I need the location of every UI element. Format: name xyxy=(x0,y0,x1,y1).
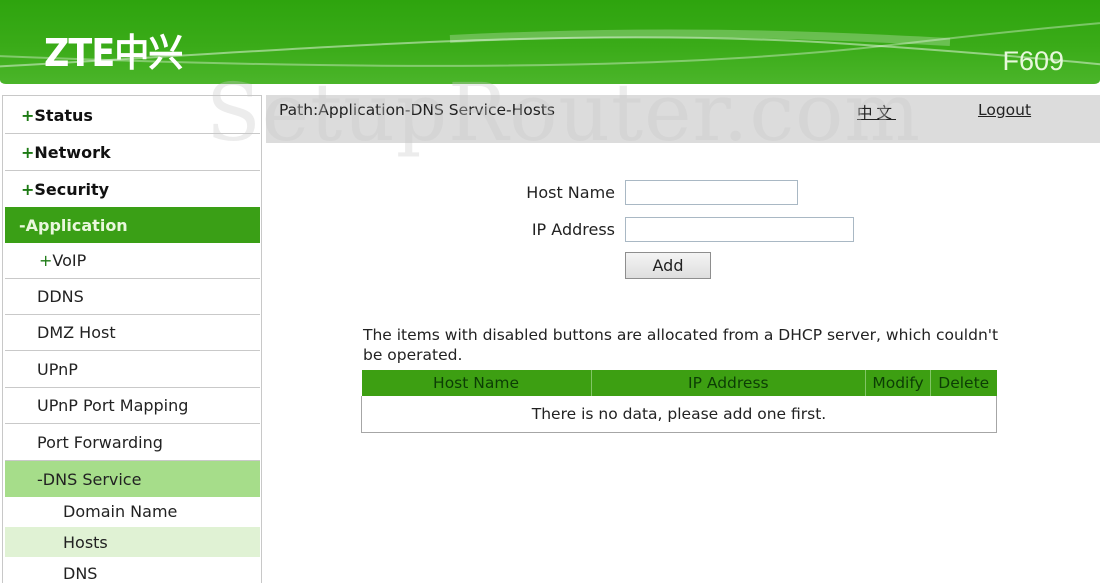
breadcrumb: Path:Application-DNS Service-Hosts xyxy=(279,101,556,119)
sidebar-item-voip[interactable]: + VoIP xyxy=(5,243,260,279)
sidebar-item-application[interactable]: - Application xyxy=(5,207,260,243)
sidebar-item-hosts[interactable]: Hosts xyxy=(5,527,260,557)
expand-plus-icon: + xyxy=(21,180,35,199)
sidebar-item-label: Status xyxy=(34,106,93,125)
expand-plus-icon: + xyxy=(21,106,35,125)
sidebar-item-label: DDNS xyxy=(37,287,84,306)
sidebar-item-label: Port Forwarding xyxy=(37,433,163,452)
sidebar-item-label: DNS xyxy=(63,563,98,583)
sidebar-item-dmz-host[interactable]: DMZ Host xyxy=(5,315,260,351)
sidebar-item-network[interactable]: + Network xyxy=(5,135,260,171)
column-header-host-name: Host Name xyxy=(361,370,592,396)
collapse-minus-icon: - xyxy=(19,215,26,235)
sidebar-item-dns-service[interactable]: - DNS Service xyxy=(5,461,260,497)
table-header-row: Host Name IP Address Modify Delete xyxy=(361,370,997,396)
sidebar-item-label: VoIP xyxy=(52,251,87,270)
sidebar-item-port-forwarding[interactable]: Port Forwarding xyxy=(5,425,260,461)
sidebar-item-label: Security xyxy=(34,180,110,199)
model-name: F609 xyxy=(1002,46,1064,76)
ip-address-label: IP Address xyxy=(531,220,615,239)
sidebar-item-label: UPnP xyxy=(37,360,78,379)
dhcp-note: The items with disabled buttons are allo… xyxy=(363,326,999,364)
table-row: There is no data, please add one first. xyxy=(361,396,997,433)
sidebar-item-label: Domain Name xyxy=(63,501,178,521)
sidebar-item-security[interactable]: + Security xyxy=(5,172,260,208)
sidebar-item-status[interactable]: + Status xyxy=(5,98,260,134)
column-header-delete: Delete xyxy=(930,370,997,396)
sidebar-item-label: DMZ Host xyxy=(37,323,116,342)
sidebar-item-label: DNS Service xyxy=(42,469,142,489)
sidebar-item-label: Network xyxy=(34,143,111,162)
host-name-input[interactable] xyxy=(625,180,798,205)
sidebar-item-ddns[interactable]: DDNS xyxy=(5,279,260,315)
host-name-label: Host Name xyxy=(526,183,615,202)
hosts-table: Host Name IP Address Modify Delete There… xyxy=(361,370,997,433)
sidebar-item-upnp-port-mapping[interactable]: UPnP Port Mapping xyxy=(5,388,260,424)
expand-plus-icon: + xyxy=(39,251,53,270)
sidebar-nav: + Status + Network + Security - Application … xyxy=(2,95,262,583)
language-link[interactable]: 中文 xyxy=(857,101,896,123)
sidebar-item-dns[interactable]: DNS xyxy=(5,558,260,583)
zte-logo: ZTE中兴 xyxy=(44,31,183,75)
expand-plus-icon: + xyxy=(21,143,35,162)
logout-link[interactable]: Logout xyxy=(978,101,1031,119)
empty-table-message: There is no data, please add one first. xyxy=(361,396,997,433)
sidebar-item-label: UPnP Port Mapping xyxy=(37,396,189,415)
add-button[interactable]: Add xyxy=(625,252,711,279)
ip-address-input[interactable] xyxy=(625,217,854,242)
sidebar-item-upnp[interactable]: UPnP xyxy=(5,352,260,388)
column-header-ip-address: IP Address xyxy=(590,370,866,396)
path-bar: Path:Application-DNS Service-Hosts 中文 Lo… xyxy=(266,95,1100,143)
sidebar-item-domain-name[interactable]: Domain Name xyxy=(5,496,260,526)
header-banner: ZTE中兴 F609 xyxy=(0,0,1100,86)
column-header-modify: Modify xyxy=(865,370,931,396)
sidebar-item-label: Hosts xyxy=(63,532,108,552)
sidebar-item-label: Application xyxy=(25,215,128,235)
